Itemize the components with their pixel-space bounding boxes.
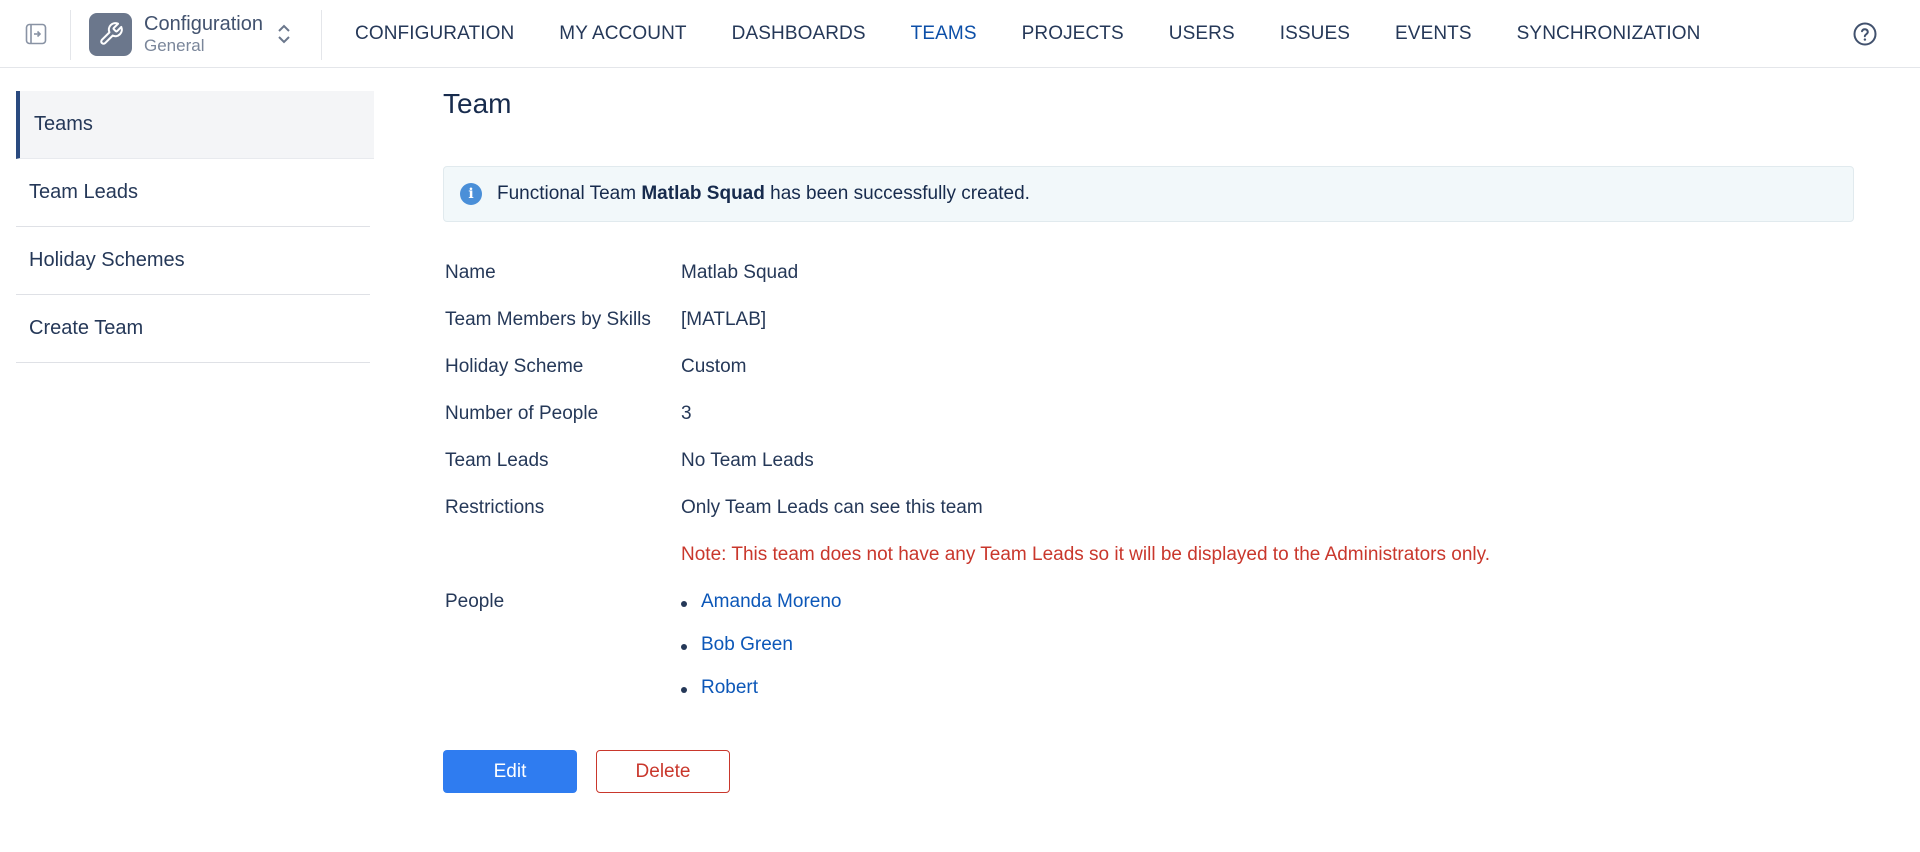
banner-suffix: has been successfully created. <box>764 183 1030 204</box>
detail-label: Name <box>445 262 496 283</box>
detail-label: People <box>445 591 505 612</box>
sidebar-item-team-leads[interactable]: Team Leads <box>16 159 370 227</box>
nav-dashboards[interactable]: DASHBOARDS <box>732 23 866 45</box>
detail-row-team-leads: Team Leads No Team Leads <box>445 450 1845 497</box>
app-switcher[interactable]: Configuration General <box>89 12 293 56</box>
sidebar-toggle-button[interactable] <box>24 22 48 46</box>
info-icon: i <box>460 183 482 205</box>
edit-button[interactable]: Edit <box>443 750 577 793</box>
detail-value: Only Team Leads can see this team <box>681 497 983 518</box>
sidebar: Teams Team Leads Holiday Schemes Create … <box>16 91 374 363</box>
team-details: Name Matlab Squad Team Members by Skills… <box>445 262 1845 720</box>
detail-label: Holiday Scheme <box>445 356 584 377</box>
divider <box>321 10 322 60</box>
list-item: Bob Green <box>681 634 1845 677</box>
main-content: Team i Functional Team Matlab Squad has … <box>443 88 1855 793</box>
person-link[interactable]: Amanda Moreno <box>701 591 841 613</box>
nav-teams[interactable]: TEAMS <box>911 23 977 45</box>
app-title: Configuration <box>144 12 263 35</box>
detail-row-name: Name Matlab Squad <box>445 262 1845 309</box>
sidebar-item-create-team[interactable]: Create Team <box>16 295 370 363</box>
list-item: Robert <box>681 677 1845 720</box>
detail-row-holiday-scheme: Holiday Scheme Custom <box>445 356 1845 403</box>
warning-note: Note: This team does not have any Team L… <box>681 544 1490 565</box>
action-buttons: Edit Delete <box>443 750 730 793</box>
nav-events[interactable]: EVENTS <box>1395 23 1472 45</box>
sidebar-item-holiday-schemes[interactable]: Holiday Schemes <box>16 227 370 295</box>
expand-sidebar-icon <box>25 23 47 45</box>
detail-value: Matlab Squad <box>681 262 799 283</box>
success-banner: i Functional Team Matlab Squad has been … <box>443 166 1854 222</box>
divider <box>70 10 71 60</box>
chevron-up-down-icon <box>277 21 293 47</box>
detail-row-restrictions: Restrictions Only Team Leads can see thi… <box>445 497 1845 544</box>
detail-label: Team Leads <box>445 450 549 471</box>
nav-configuration[interactable]: CONFIGURATION <box>355 23 514 45</box>
detail-row-note: Note: This team does not have any Team L… <box>445 544 1845 591</box>
main-nav: CONFIGURATION MY ACCOUNT DASHBOARDS TEAM… <box>355 0 1745 68</box>
nav-users[interactable]: USERS <box>1169 23 1235 45</box>
app-subtitle: General <box>144 35 205 55</box>
top-bar: Configuration General CONFIGURATION MY A… <box>0 0 1920 68</box>
wrench-icon <box>89 12 132 56</box>
detail-row-people-count: Number of People 3 <box>445 403 1845 450</box>
detail-value: [MATLAB] <box>681 309 767 330</box>
list-item: Amanda Moreno <box>681 591 1845 634</box>
detail-label: Restrictions <box>445 497 545 518</box>
detail-value: Custom <box>681 356 747 377</box>
nav-synchronization[interactable]: SYNCHRONIZATION <box>1517 23 1701 45</box>
page-title: Team <box>443 88 512 119</box>
nav-issues[interactable]: ISSUES <box>1280 23 1350 45</box>
banner-prefix: Functional Team <box>497 183 642 204</box>
delete-button[interactable]: Delete <box>596 750 730 793</box>
banner-team-name: Matlab Squad <box>641 183 765 204</box>
detail-value: 3 <box>681 403 692 424</box>
nav-projects[interactable]: PROJECTS <box>1022 23 1124 45</box>
detail-value: No Team Leads <box>681 450 814 471</box>
sidebar-item-teams[interactable]: Teams <box>16 91 374 159</box>
detail-row-skills: Team Members by Skills [MATLAB] <box>445 309 1845 356</box>
person-link[interactable]: Bob Green <box>701 634 793 656</box>
nav-my-account[interactable]: MY ACCOUNT <box>559 23 686 45</box>
detail-row-people: People Amanda Moreno Bob Green Robert <box>445 591 1845 720</box>
help-circle-icon <box>1853 22 1877 46</box>
detail-label: Number of People <box>445 403 599 424</box>
person-link[interactable]: Robert <box>701 677 758 699</box>
detail-label: Team Members by Skills <box>445 309 651 330</box>
help-button[interactable] <box>1852 21 1878 47</box>
people-list: Amanda Moreno Bob Green Robert <box>681 591 1845 720</box>
